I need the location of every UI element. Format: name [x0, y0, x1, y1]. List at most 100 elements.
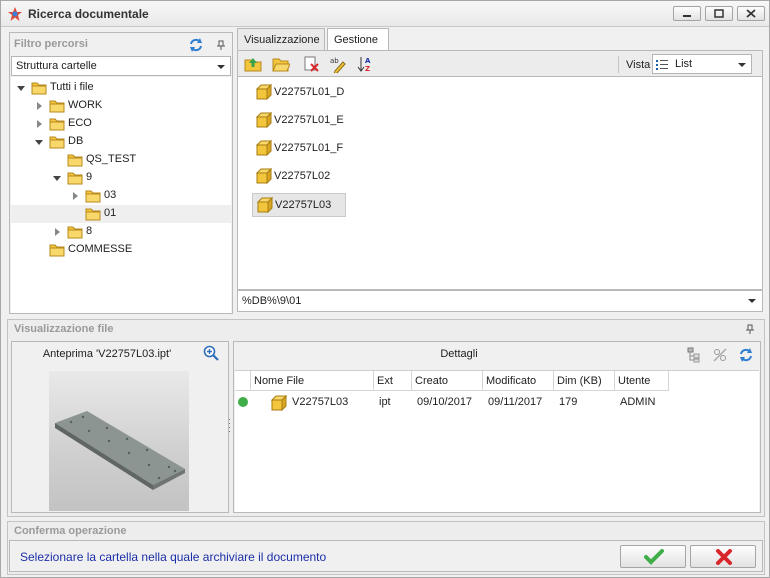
- part-file-icon: [257, 197, 273, 213]
- tree-item[interactable]: QS_TEST: [11, 151, 231, 169]
- part-file-icon: [256, 112, 272, 128]
- file-name: V22757L01_D: [274, 86, 345, 98]
- preview-panel: Anteprima 'V22757L03.ipt': [11, 341, 229, 513]
- part-file-icon: [271, 395, 287, 411]
- tab-gestione[interactable]: Gestione: [327, 28, 389, 51]
- file-item[interactable]: V22757L01_F: [252, 137, 346, 161]
- structure-combo[interactable]: Struttura cartelle: [11, 56, 231, 76]
- filter-panel-title: Filtro percorsi: [14, 38, 88, 50]
- cancel-button[interactable]: [690, 545, 756, 568]
- plate-render: [55, 411, 185, 490]
- list-icon: [656, 60, 668, 70]
- tree-item[interactable]: 9: [11, 169, 231, 187]
- folder-icon: [85, 190, 101, 203]
- status-indicator-icon: [238, 397, 248, 407]
- cancel-x-icon: [716, 549, 732, 565]
- tree-item[interactable]: 03: [11, 187, 231, 205]
- folder-tree: Tutti i file WORK ECO DB QS_TEST 9 03 01 8 COMMES…: [11, 77, 231, 313]
- close-icon: [746, 9, 756, 18]
- expand-arrow-icon[interactable]: [35, 102, 43, 110]
- folder-icon: [85, 208, 101, 221]
- collapse-arrow-icon[interactable]: [35, 138, 43, 146]
- tree-item-label: 9: [86, 171, 93, 183]
- maximize-button[interactable]: [705, 6, 733, 21]
- link-icon[interactable]: [712, 347, 728, 363]
- tree-item[interactable]: WORK: [11, 97, 231, 115]
- rename-icon[interactable]: ab: [329, 55, 347, 73]
- tree-item-label: ECO: [68, 117, 92, 129]
- expand-arrow-icon[interactable]: [53, 228, 61, 236]
- tree-item[interactable]: 01: [11, 205, 231, 223]
- tree-item[interactable]: 8: [11, 223, 231, 241]
- close-button[interactable]: [737, 6, 765, 21]
- open-folder-icon[interactable]: [272, 55, 290, 73]
- collapse-arrow-icon[interactable]: [53, 174, 61, 182]
- refresh-icon[interactable]: [188, 37, 204, 53]
- document-search-window: Ricerca documentale Filtro percorsi Stru…: [0, 0, 770, 578]
- file-item[interactable]: V22757L01_D: [252, 81, 346, 105]
- file-view-title: Visualizzazione file: [14, 323, 114, 335]
- refresh-icon[interactable]: [738, 347, 754, 363]
- zoom-icon[interactable]: [203, 345, 219, 361]
- confirm-button[interactable]: [620, 545, 686, 568]
- delete-file-icon[interactable]: [302, 55, 320, 73]
- tree-item-label: 8: [86, 225, 93, 237]
- tree-item-label: Tutti i file: [50, 81, 94, 93]
- folder-icon: [31, 82, 47, 95]
- tab-visualizzazione[interactable]: Visualizzazione: [237, 28, 325, 50]
- confirm-bar: Selezionare la cartella nella quale arch…: [9, 540, 763, 572]
- window-title: Ricerca documentale: [28, 7, 149, 21]
- tree-item[interactable]: ECO: [11, 115, 231, 133]
- collapse-arrow-icon[interactable]: [17, 84, 25, 92]
- svg-text:ab: ab: [330, 57, 339, 65]
- file-item[interactable]: V22757L03: [252, 193, 346, 217]
- table-row[interactable]: V22757L03 ipt 09/10/2017 09/11/2017 179 …: [235, 371, 759, 415]
- tree-item[interactable]: DB: [11, 133, 231, 151]
- manage-panel: Visualizzazione Gestione ab A Z Vista Li…: [237, 28, 763, 314]
- folder-icon: [49, 100, 65, 113]
- checkmark-icon: [644, 549, 664, 565]
- view-combo-value: List: [675, 58, 693, 70]
- chevron-down-icon: [738, 63, 746, 67]
- chevron-down-icon: [217, 65, 225, 69]
- tree-item[interactable]: COMMESSE: [11, 241, 231, 259]
- details-title: Dettagli: [440, 348, 478, 360]
- cell-user: ADMIN: [620, 396, 656, 408]
- minimize-button[interactable]: [673, 6, 701, 21]
- expand-arrow-icon[interactable]: [71, 192, 79, 200]
- minimize-icon: [683, 15, 691, 17]
- splitter-grip[interactable]: [228, 419, 232, 433]
- path-value: %DB%\9\01: [242, 295, 302, 307]
- folder-icon: [67, 172, 83, 185]
- sort-az-icon[interactable]: A Z: [357, 55, 375, 73]
- view-combo[interactable]: List: [652, 54, 752, 74]
- tree-item-label: WORK: [68, 99, 103, 111]
- expand-arrow-icon[interactable]: [35, 120, 43, 128]
- folder-icon: [49, 118, 65, 131]
- part-file-icon: [256, 140, 272, 156]
- chevron-down-icon: [748, 299, 756, 303]
- folder-up-icon[interactable]: [244, 55, 262, 73]
- toolbar-separator: [618, 56, 619, 73]
- file-item[interactable]: V22757L01_E: [252, 109, 346, 133]
- tree-item-label: QS_TEST: [86, 153, 137, 165]
- file-item[interactable]: V22757L02: [252, 165, 346, 189]
- svg-text:A: A: [365, 57, 371, 65]
- part-preview-image: [49, 371, 189, 511]
- pin-icon[interactable]: [745, 324, 755, 334]
- cell-created: 09/10/2017: [417, 396, 473, 408]
- path-combo[interactable]: %DB%\9\01: [237, 290, 763, 312]
- tab-label: Gestione: [334, 34, 379, 46]
- confirm-title: Conferma operazione: [14, 525, 127, 537]
- tree-item-label: 03: [104, 189, 117, 201]
- file-name: V22757L01_F: [274, 142, 344, 154]
- tree-item-label: COMMESSE: [68, 243, 133, 255]
- folder-icon: [67, 226, 83, 239]
- maximize-icon: [714, 9, 724, 18]
- part-file-icon: [256, 84, 272, 100]
- file-name: V22757L03: [275, 199, 332, 211]
- tree-structure-icon[interactable]: [686, 347, 702, 363]
- file-name: V22757L02: [274, 170, 331, 182]
- pin-icon[interactable]: [216, 40, 226, 50]
- tree-item[interactable]: Tutti i file: [11, 79, 231, 97]
